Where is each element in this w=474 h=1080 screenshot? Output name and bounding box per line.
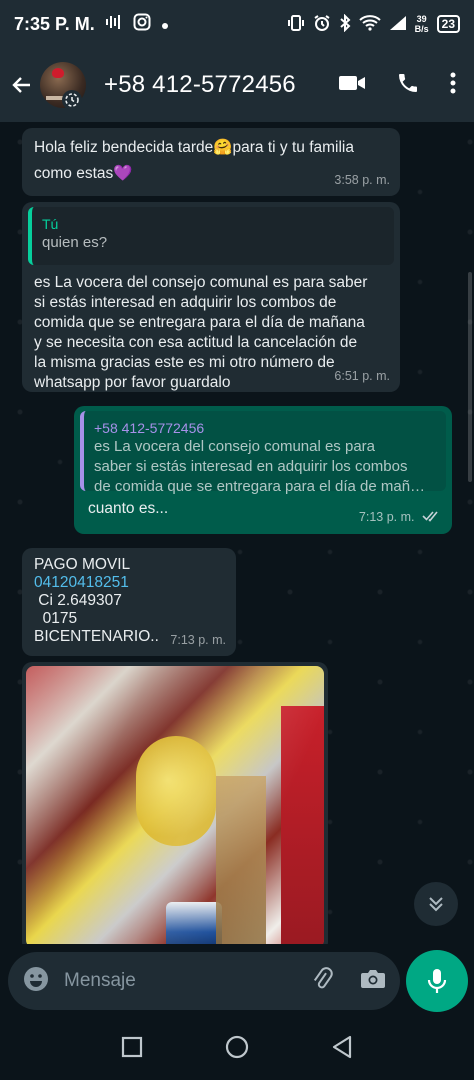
quote-line: es La vocera del consejo comunal es para bbox=[94, 438, 376, 455]
message-line: PAGO MOVIL bbox=[34, 556, 131, 573]
message-line: y se necesita con esa actitud la cancela… bbox=[34, 334, 358, 351]
back-nav-icon[interactable] bbox=[331, 1035, 353, 1064]
home-icon[interactable] bbox=[224, 1034, 250, 1065]
emoji-icon[interactable] bbox=[22, 965, 50, 998]
chat-header: +58 412-5772456 bbox=[0, 48, 474, 122]
quote-author: +58 412-5772456 bbox=[94, 420, 205, 436]
message-line: 0175 bbox=[34, 610, 78, 627]
back-arrow-icon[interactable] bbox=[8, 71, 36, 99]
message-line: si estás interesad en adquirir los combo… bbox=[34, 294, 337, 311]
disappearing-timer-icon bbox=[62, 90, 82, 110]
more-options-icon[interactable] bbox=[450, 72, 456, 99]
bluetooth-icon bbox=[339, 13, 351, 35]
quote-text: quien es? bbox=[42, 234, 108, 251]
message-line: comida que se entregara para el día de m… bbox=[34, 314, 365, 331]
system-navigation-bar bbox=[0, 1018, 474, 1080]
recent-apps-icon[interactable] bbox=[121, 1036, 143, 1063]
quote-author: Tú bbox=[42, 216, 59, 232]
message-list[interactable]: Hola feliz bendecida tarde🤗para ti y tu … bbox=[0, 122, 474, 944]
instagram-icon bbox=[133, 13, 151, 36]
message-composer: Mensaje bbox=[8, 952, 400, 1010]
message-time: 6:51 p. m. bbox=[334, 369, 390, 383]
food-bag-photo bbox=[26, 666, 324, 944]
net-speed-unit: B/s bbox=[414, 24, 429, 34]
chevron-double-down-icon bbox=[429, 897, 443, 912]
signal-icon bbox=[389, 15, 407, 34]
message-input[interactable]: Mensaje bbox=[64, 970, 310, 992]
message-time: 3:58 p. m. bbox=[334, 173, 390, 187]
video-call-icon[interactable] bbox=[338, 73, 366, 98]
message-line: es La vocera del consejo comunal es para… bbox=[34, 274, 368, 291]
phone-link[interactable]: 04120418251 bbox=[34, 574, 224, 592]
message-time: 7:13 p. m. bbox=[359, 507, 442, 528]
quoted-message[interactable]: Tú quien es? bbox=[28, 207, 394, 265]
net-speed: 39 B/s bbox=[415, 14, 429, 34]
wifi-icon bbox=[358, 14, 381, 34]
message-time-value: 7:13 p. m. bbox=[358, 510, 415, 525]
quoted-message[interactable]: +58 412-5772456 es La vocera del consejo… bbox=[80, 411, 446, 495]
image-message[interactable] bbox=[22, 662, 328, 944]
microphone-icon bbox=[427, 969, 447, 993]
status-time: 7:35 P. M. bbox=[14, 13, 95, 34]
message-incoming[interactable]: Hola feliz bendecida tarde🤗para ti y tu … bbox=[22, 128, 400, 196]
voice-message-button[interactable] bbox=[406, 950, 468, 1012]
contact-name[interactable]: +58 412-5772456 bbox=[104, 71, 296, 99]
voice-call-icon[interactable] bbox=[396, 71, 420, 100]
net-speed-value: 39 bbox=[416, 14, 427, 24]
camera-icon[interactable] bbox=[360, 968, 386, 995]
scroll-to-bottom-button[interactable] bbox=[414, 882, 458, 926]
message-line: Ci 2.649307 bbox=[34, 592, 122, 609]
message-text: Hola feliz bendecida tarde🤗para ti y tu … bbox=[34, 139, 354, 156]
audio-wave-icon bbox=[105, 14, 123, 34]
quote-line: saber si estás interesad en adquirir los… bbox=[94, 458, 408, 475]
alarm-icon bbox=[313, 14, 331, 35]
message-outgoing-reply[interactable]: +58 412-5772456 es La vocera del consejo… bbox=[74, 406, 452, 534]
status-bar: 7:35 P. M. 39 B/s 23 bbox=[0, 0, 474, 48]
quote-line: de comida que se entregara para el día d… bbox=[94, 478, 426, 495]
message-incoming[interactable]: PAGO MOVIL 04120418251 Ci 2.649307 0175 … bbox=[22, 548, 236, 656]
message-time: 7:13 p. m. bbox=[170, 633, 226, 647]
message-incoming-reply[interactable]: Tú quien es? es La vocera del consejo co… bbox=[22, 202, 400, 392]
notification-dot-icon bbox=[161, 14, 169, 35]
attach-icon[interactable] bbox=[310, 966, 334, 997]
battery-indicator: 23 bbox=[436, 15, 460, 33]
vibrate-icon bbox=[287, 14, 305, 35]
scrollbar[interactable] bbox=[468, 272, 472, 482]
read-receipt-icon bbox=[422, 508, 442, 528]
